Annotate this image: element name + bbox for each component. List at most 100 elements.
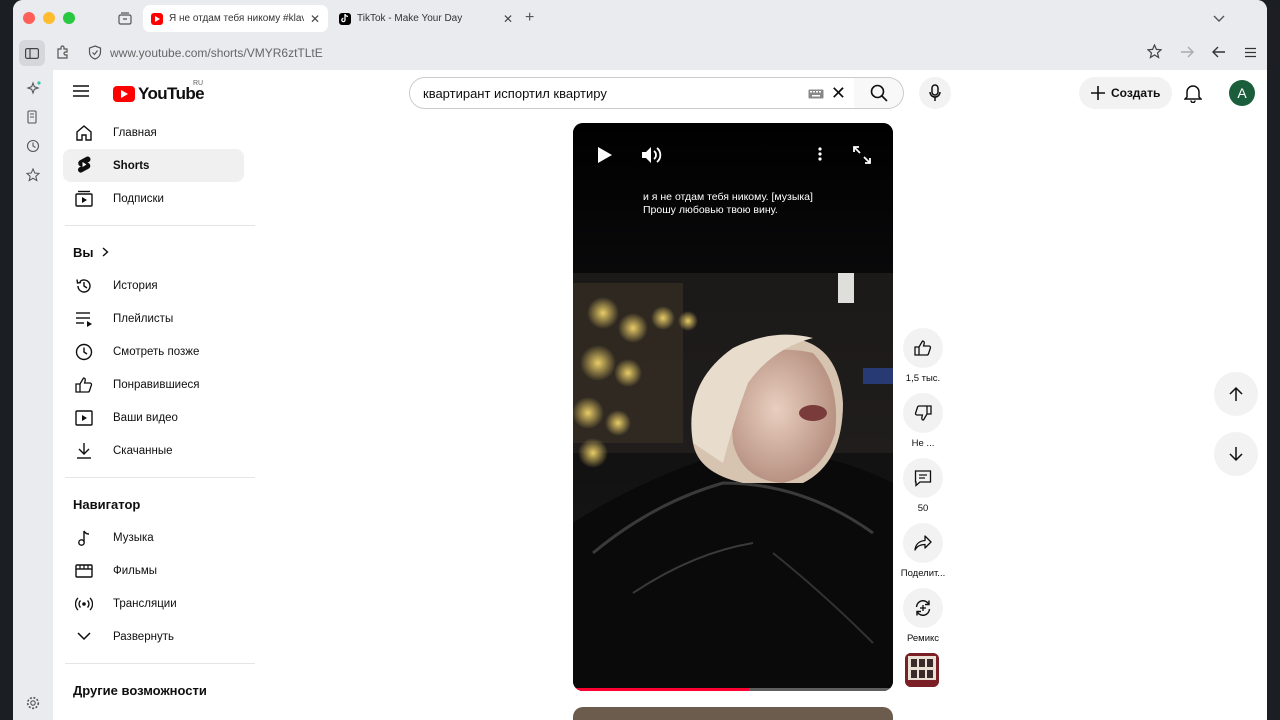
maximize-window-button[interactable] [63, 12, 75, 24]
history-clock-icon[interactable] [25, 138, 41, 154]
sidebar-item-shorts[interactable]: Shorts [63, 149, 244, 182]
chevron-down-icon [73, 626, 95, 648]
sidebar-item-music[interactable]: Музыка [53, 521, 256, 554]
comment-count: 50 [917, 503, 929, 514]
sidebar-item-label: Главная [113, 126, 157, 139]
avatar[interactable]: A [1229, 80, 1255, 106]
next-short-preview[interactable] [573, 707, 893, 720]
home-icon [73, 122, 95, 144]
window-controls [23, 12, 75, 24]
dislike-button[interactable]: Не ... [893, 393, 953, 449]
thumb-up-icon [914, 340, 932, 356]
volume-icon[interactable] [641, 145, 663, 170]
movies-icon [73, 560, 95, 582]
sidebar-item-movies[interactable]: Фильмы [53, 554, 256, 587]
history-icon [73, 275, 95, 297]
tiktok-favicon-icon [339, 12, 351, 25]
favorites-star-icon[interactable] [25, 167, 41, 183]
ai-assistant-icon[interactable] [25, 80, 41, 96]
fullscreen-icon[interactable] [853, 146, 871, 169]
sidebar-item-live[interactable]: Трансляции [53, 587, 256, 620]
sidebar-item-playlists[interactable]: Плейлисты [53, 302, 256, 335]
divider [65, 663, 255, 664]
sidebar-item-history[interactable]: История [53, 269, 256, 302]
subscriptions-icon [73, 188, 95, 210]
browser-menu-icon[interactable] [1244, 45, 1257, 63]
sidebar-item-label: Подписки [113, 192, 164, 205]
guide-sidebar: Главная Shorts Подписки Вы История Плейл… [53, 116, 256, 707]
divider [65, 477, 255, 478]
like-button[interactable]: 1,5 тыс. [893, 328, 953, 384]
chevron-right-icon [102, 245, 109, 260]
sidebar-item-liked[interactable]: Понравившиеся [53, 368, 256, 401]
close-window-button[interactable] [23, 12, 35, 24]
tab-youtube[interactable]: Я не отдам тебя никому #klava ✕ [143, 5, 328, 32]
you-section-heading[interactable]: Вы [53, 236, 256, 269]
create-button[interactable]: Создать [1079, 77, 1173, 109]
sidebar-item-your-videos[interactable]: Ваши видео [53, 401, 256, 434]
guide-menu-icon[interactable] [73, 84, 93, 102]
bookmark-star-icon[interactable] [1146, 43, 1163, 64]
browser-sidebar [13, 70, 53, 720]
shorts-video-player[interactable]: и я не отдам тебя никому. [музыка] Прошу… [573, 123, 893, 691]
arrow-up-icon [1229, 386, 1243, 401]
back-arrow-icon[interactable] [1212, 45, 1226, 63]
new-tab-icon[interactable]: + [525, 9, 534, 27]
voice-search-button[interactable] [919, 77, 951, 109]
close-tab-icon[interactable]: ✕ [310, 12, 320, 26]
navigator-section-heading: Навигатор [53, 488, 256, 521]
sidebar-item-label: Скачанные [113, 444, 173, 457]
keyboard-icon[interactable] [808, 87, 824, 102]
notifications-bell-icon[interactable] [1183, 83, 1203, 108]
video-progress-bar[interactable] [573, 688, 893, 691]
create-label: Создать [1111, 86, 1161, 100]
share-label: Поделит... [900, 568, 946, 579]
forward-arrow-icon[interactable] [1180, 45, 1194, 63]
site-security-icon[interactable] [88, 45, 102, 65]
sidebar-item-label: Смотреть позже [113, 345, 200, 358]
extensions-icon[interactable] [55, 44, 71, 65]
settings-gear-icon[interactable] [25, 695, 41, 711]
playlists-icon [73, 308, 95, 330]
sidebar-toggle-button[interactable] [19, 40, 45, 66]
url-field[interactable]: www.youtube.com/shorts/VMYR6ztTLtE [110, 46, 323, 60]
remix-button[interactable]: Ремикс [893, 588, 953, 644]
address-bar: www.youtube.com/shorts/VMYR6ztTLtE [13, 36, 1267, 70]
minimize-window-button[interactable] [43, 12, 55, 24]
search-input[interactable]: квартирант испортил квартиру ✕ [409, 77, 855, 109]
sidebar-item-label: Ваши видео [113, 411, 178, 424]
comments-button[interactable]: 50 [893, 458, 953, 514]
watch-later-icon [73, 341, 95, 363]
youtube-logo[interactable]: YouTube RU [113, 80, 205, 104]
play-icon[interactable] [597, 146, 613, 169]
sidebar-item-label: Фильмы [113, 564, 158, 577]
sound-thumbnail[interactable] [905, 653, 939, 687]
sidebar-item-subscriptions[interactable]: Подписки [53, 182, 256, 215]
tab-tiktok[interactable]: TikTok - Make Your Day ✕ [331, 5, 521, 32]
logo-text: YouTube [138, 84, 205, 103]
sidebar-item-home[interactable]: Главная [53, 116, 256, 149]
sidebar-item-downloads[interactable]: Скачанные [53, 434, 256, 467]
next-short-button[interactable] [1214, 432, 1258, 476]
your-videos-icon [73, 407, 95, 429]
captions: и я не отдам тебя никому. [музыка] Прошу… [643, 191, 813, 217]
sidebar-item-expand[interactable]: Развернуть [53, 620, 256, 653]
previous-short-button[interactable] [1214, 372, 1258, 416]
tab-groups-icon[interactable] [115, 8, 135, 28]
clear-search-icon[interactable]: ✕ [831, 84, 846, 102]
like-count: 1,5 тыс. [905, 373, 941, 384]
sidebar-item-watch-later[interactable]: Смотреть позже [53, 335, 256, 368]
liked-icon [73, 374, 95, 396]
live-icon [73, 593, 95, 615]
sidebar-item-label: Трансляции [113, 597, 177, 610]
tab-list-chevron-icon[interactable] [1213, 10, 1225, 28]
youtube-favicon-icon [151, 12, 163, 25]
close-tab-icon[interactable]: ✕ [503, 12, 513, 26]
tab-panel-icon[interactable] [25, 109, 41, 125]
divider [65, 225, 255, 226]
other-section-heading: Другие возможности [53, 674, 256, 707]
search-button[interactable] [854, 77, 904, 109]
more-options-icon[interactable] [818, 147, 822, 166]
share-button[interactable]: Поделит... [893, 523, 953, 579]
search-query: квартирант испортил квартиру [423, 85, 607, 101]
